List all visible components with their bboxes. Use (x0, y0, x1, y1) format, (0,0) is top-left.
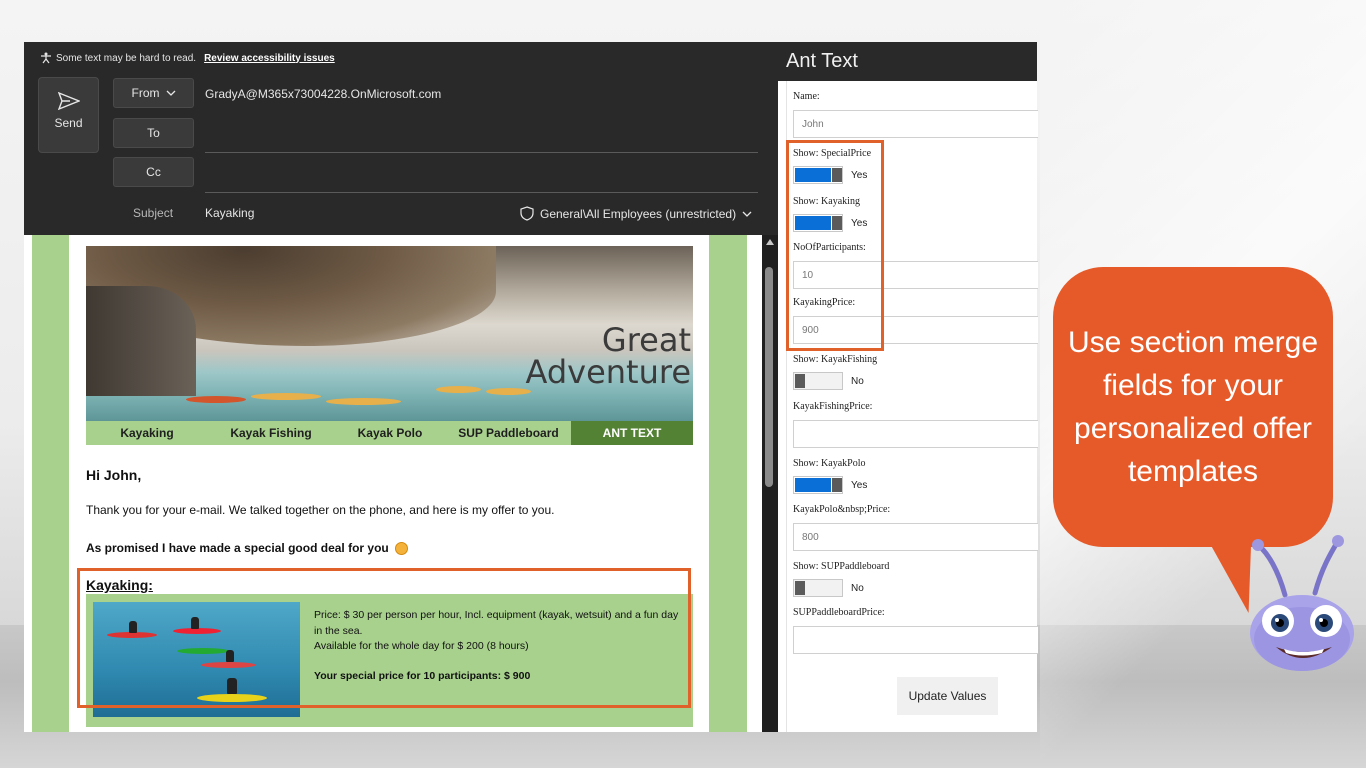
kayak-shape (436, 386, 481, 393)
send-button[interactable]: Send (38, 77, 99, 153)
from-button[interactable]: From (113, 78, 194, 108)
cc-button[interactable]: Cc (113, 157, 194, 187)
review-accessibility-link[interactable]: Review accessibility issues (204, 53, 335, 64)
to-button[interactable]: To (113, 118, 194, 148)
nav-item-ant-text[interactable]: ANT TEXT (571, 421, 693, 445)
scroll-thumb[interactable] (765, 267, 773, 487)
callout-bubble: Use section merge fields for your person… (1053, 267, 1333, 547)
ant-mascot-icon (1250, 535, 1354, 671)
kayak-shape (326, 398, 401, 405)
show-kayakfishing-state: No (851, 376, 864, 387)
show-kayakfishing-toggle[interactable] (793, 372, 843, 390)
from-label: From (131, 86, 160, 100)
banner-title-line2: Adventure (525, 353, 691, 391)
to-label: To (147, 126, 160, 140)
banner-title: Great Adventure (525, 324, 691, 388)
nav-item-kayaking[interactable]: Kayaking (86, 421, 208, 445)
update-values-button[interactable]: Update Values (897, 677, 998, 715)
name-label: Name: (793, 91, 820, 102)
accessibility-icon (41, 52, 51, 64)
show-kayakpolo-toggle[interactable] (793, 476, 843, 494)
show-kayakpolo-state: Yes (851, 480, 868, 491)
from-email: GradyA@M365x73004228.OnMicrosoft.com (205, 87, 442, 101)
deal-text: As promised I have made a special good d… (86, 541, 389, 555)
email-scrollbar[interactable] (762, 235, 778, 732)
shield-icon (520, 206, 534, 221)
smiley-icon (394, 541, 408, 555)
show-kayakpolo-label: Show: KayakPolo (793, 458, 866, 469)
show-sup-toggle[interactable] (793, 579, 843, 597)
cliff-shape (86, 286, 196, 396)
scroll-up-icon[interactable] (766, 239, 774, 245)
kayak-shape (186, 396, 246, 403)
email-nav: Kayaking Kayak Fishing Kayak Polo SUP Pa… (86, 421, 693, 445)
subject-field[interactable]: Kayaking (205, 206, 254, 220)
polo-price-input[interactable]: 800 (793, 523, 1038, 551)
cc-label: Cc (146, 165, 161, 179)
name-input[interactable]: John (793, 110, 1038, 138)
cc-field[interactable] (205, 192, 758, 193)
accessibility-notice: Some text may be hard to read. Review ac… (40, 52, 335, 64)
nav-item-kayak-fishing[interactable]: Kayak Fishing (208, 421, 334, 445)
send-label: Send (54, 116, 83, 130)
nav-item-kayak-polo[interactable]: Kayak Polo (334, 421, 446, 445)
section-highlight (77, 568, 691, 708)
polo-price-label: KayakPolo&nbsp;Price: (793, 504, 891, 515)
sup-price-input[interactable] (793, 626, 1038, 654)
banner-image: Great Adventure (86, 246, 693, 421)
chevron-down-icon (742, 211, 752, 217)
nav-item-sup-paddleboard[interactable]: SUP Paddleboard (446, 421, 571, 445)
greeting: Hi John, (86, 467, 142, 483)
banner-title-line1: Great (601, 321, 691, 359)
fields-highlight (786, 140, 884, 351)
subject-label: Subject (133, 206, 174, 220)
kayak-shape (486, 388, 531, 395)
fishing-price-label: KayakFishingPrice: (793, 401, 873, 412)
to-field[interactable] (205, 152, 758, 153)
show-kayakfishing-label: Show: KayakFishing (793, 354, 878, 365)
kayak-shape (251, 393, 321, 400)
show-sup-state: No (851, 583, 864, 594)
fishing-price-input[interactable] (793, 420, 1038, 448)
deal-paragraph: As promised I have made a special good d… (86, 541, 408, 555)
send-icon (57, 92, 80, 110)
chevron-down-icon (166, 90, 175, 96)
sensitivity-dropdown[interactable]: General\All Employees (unrestricted) (520, 206, 752, 221)
sup-price-label: SUPPaddleboardPrice: (793, 607, 885, 618)
show-sup-label: Show: SUPPaddleboard (793, 561, 890, 572)
accessibility-text: Some text may be hard to read. (56, 52, 197, 64)
sensitivity-label: General\All Employees (unrestricted) (540, 206, 737, 221)
pane-title: Ant Text (778, 42, 1037, 81)
intro-paragraph: Thank you for your e-mail. We talked tog… (86, 503, 555, 517)
